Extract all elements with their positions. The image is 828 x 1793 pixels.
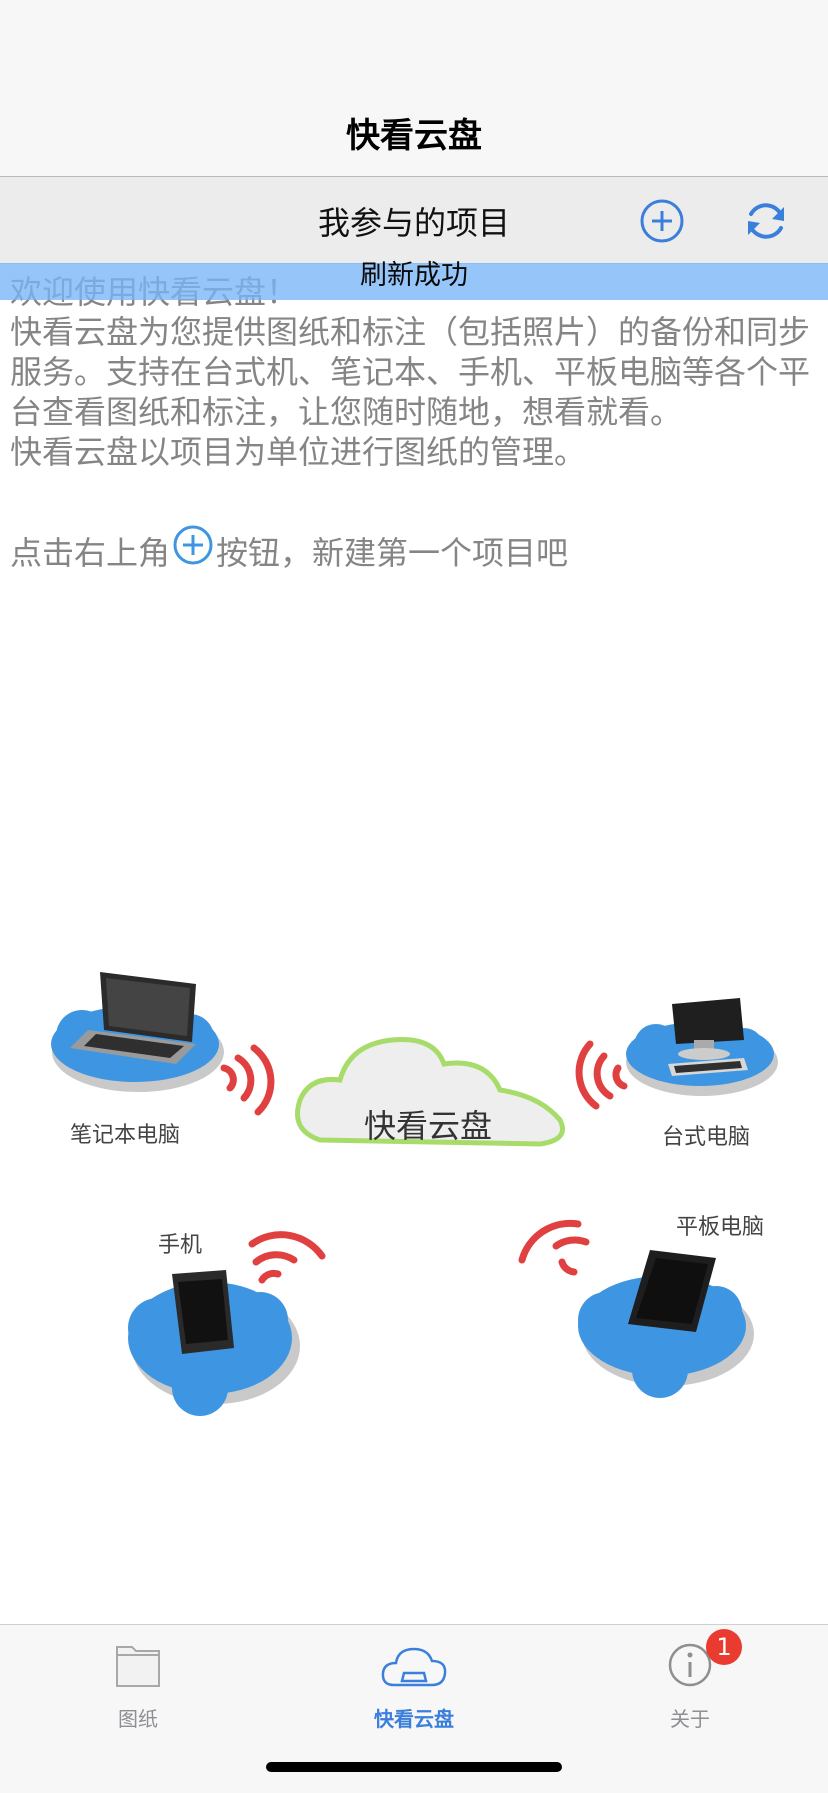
refresh-icon: [748, 203, 784, 239]
tablet-cloud: [578, 1250, 754, 1398]
plus-circle-icon: [640, 199, 684, 243]
tab-drawings[interactable]: 图纸: [0, 1625, 276, 1745]
cloud-drive-icon: [381, 1647, 447, 1687]
about-badge: 1: [706, 1629, 742, 1665]
tab-cloud-drive-label: 快看云盘: [374, 1707, 454, 1731]
folder-icon: [116, 1646, 160, 1687]
center-cloud-label: 快看云盘: [364, 1108, 492, 1144]
desktop-cloud: [626, 998, 778, 1096]
tab-about[interactable]: 1 关于: [552, 1625, 828, 1745]
laptop-label: 笔记本电脑: [70, 1122, 180, 1147]
tablet-signal-icon: [518, 1219, 590, 1276]
project-paragraph: 快看云盘以项目为单位进行图纸的管理。: [10, 433, 587, 471]
tab-cloud-drive[interactable]: 快看云盘: [276, 1625, 552, 1745]
welcome-content: 欢迎使用快看云盘！ 快看云盘为您提供图纸和标注（包括照片）的备份和同步服务。支持…: [10, 272, 818, 575]
laptop-cloud: [51, 972, 224, 1092]
refresh-success-toast: 刷新成功: [0, 260, 828, 300]
laptop-signal-icon: [220, 1044, 275, 1116]
project-header-title: 我参与的项目: [317, 204, 510, 242]
inline-plus-icon: [172, 524, 214, 575]
project-header: 我参与的项目: [0, 177, 828, 264]
phone-signal-icon: [248, 1231, 326, 1284]
hint-line: 点击右上角 按钮，新建第一个项目吧: [10, 524, 818, 575]
toast-text: 刷新成功: [360, 260, 468, 291]
add-project-button[interactable]: [638, 197, 686, 245]
refresh-button[interactable]: [742, 197, 790, 245]
intro-paragraph: 快看云盘为您提供图纸和标注（包括照片）的备份和同步服务。支持在台式机、笔记本、手…: [10, 313, 811, 431]
desktop-signal-icon: [575, 1040, 628, 1110]
desktop-label: 台式电脑: [662, 1124, 750, 1149]
home-indicator[interactable]: [266, 1762, 562, 1772]
phone-label: 手机: [158, 1232, 202, 1257]
cloud-sync-illustration: 笔记本电脑 台式电脑 快看云盘 手机 平板电脑: [51, 972, 778, 1416]
page-title: 快看云盘: [346, 116, 482, 156]
tab-drawings-label: 图纸: [118, 1707, 158, 1731]
hint-before: 点击右上角: [10, 534, 171, 572]
tab-about-label: 关于: [670, 1707, 710, 1731]
tablet-label: 平板电脑: [676, 1214, 764, 1239]
hint-after: 按钮，新建第一个项目吧: [216, 534, 569, 572]
navigation-bar: 快看云盘: [0, 0, 828, 177]
phone-cloud: [128, 1270, 300, 1416]
